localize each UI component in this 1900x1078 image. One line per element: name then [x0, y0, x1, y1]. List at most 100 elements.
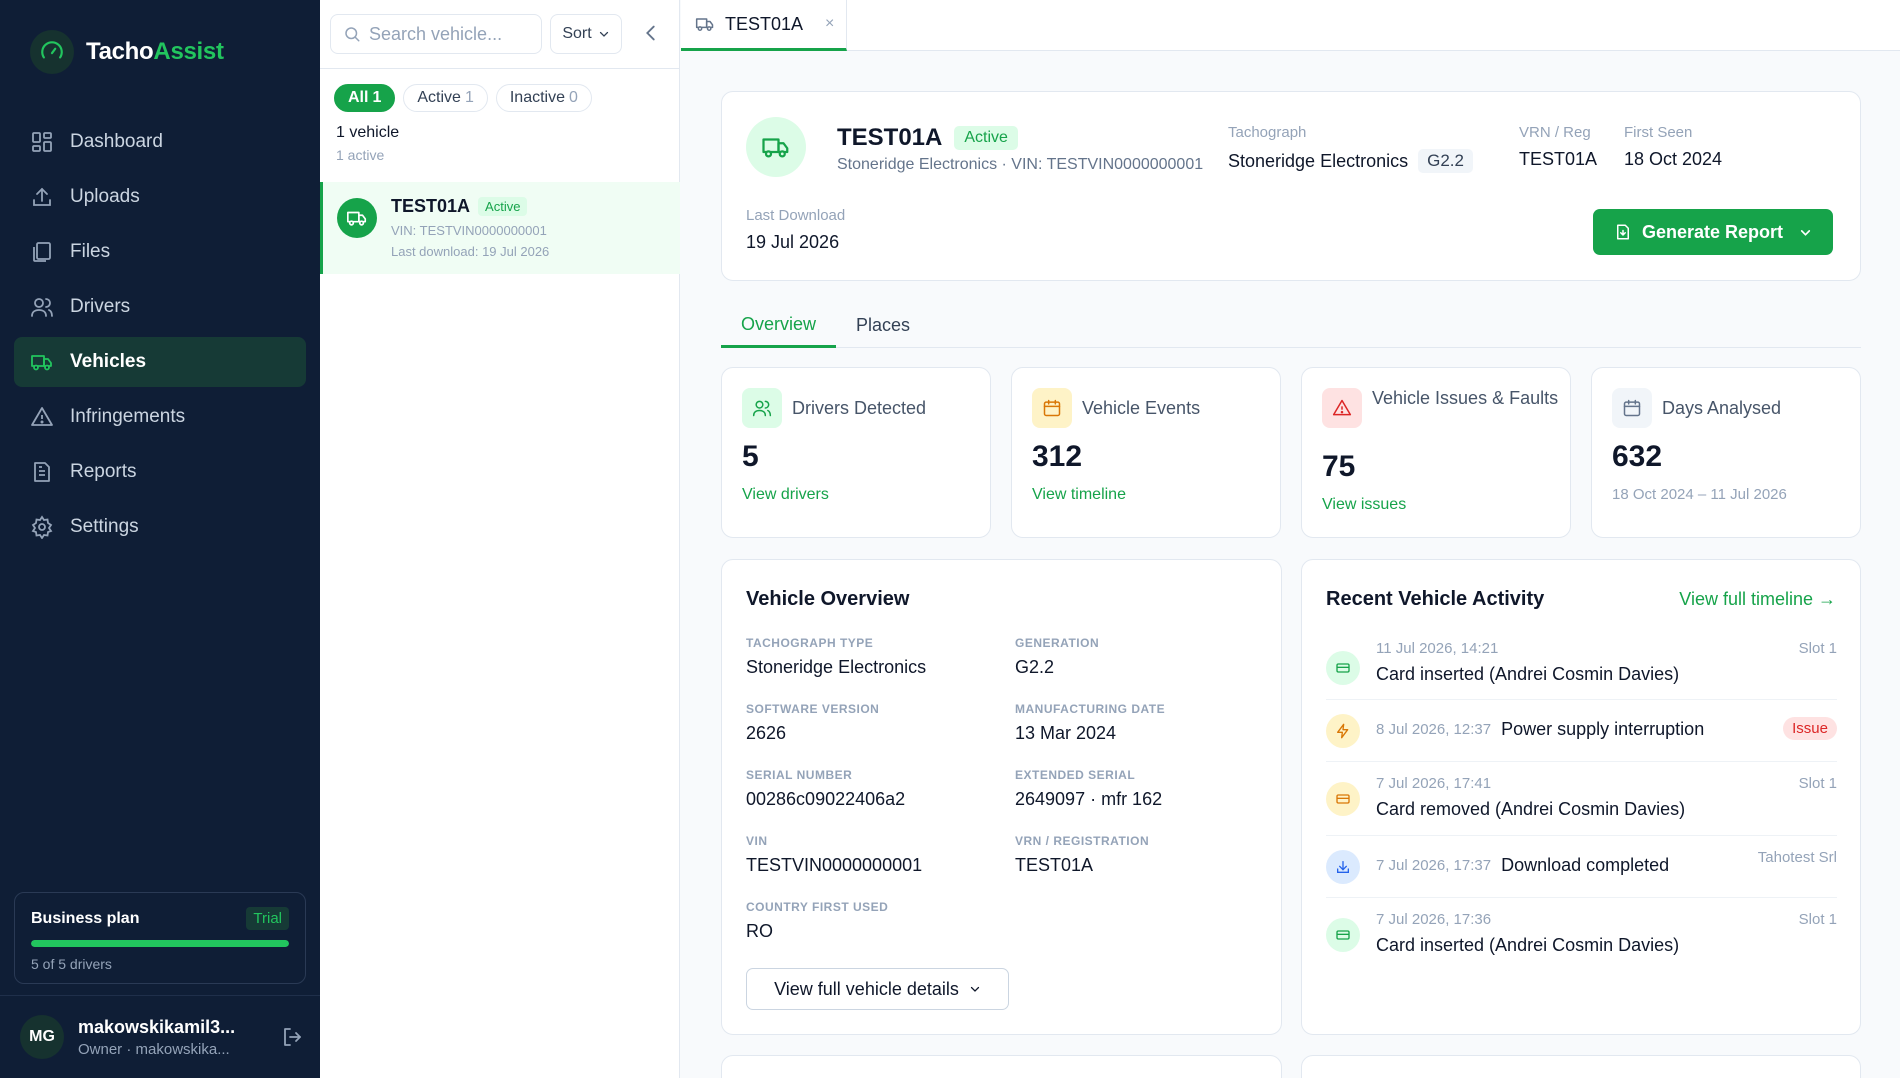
brand[interactable]: TachoAssist [30, 30, 224, 74]
logout-icon[interactable] [280, 1025, 304, 1049]
activity-item[interactable]: 11 Jul 2026, 14:21 Card inserted (Andrei… [1326, 636, 1837, 700]
stat-label: Drivers Detected [792, 398, 927, 418]
vehicle-vin: VIN: TESTVIN0000000001 [391, 223, 547, 238]
activity-tag: Tahotest Srl [1757, 849, 1837, 866]
truck-icon [746, 117, 806, 177]
plan-usage-fill [31, 940, 289, 947]
warning-icon [1322, 388, 1362, 428]
stat-value: 632 [1612, 440, 1663, 473]
stat-date-range: 18 Oct 2024 – 11 Jul 2026 [1612, 486, 1787, 503]
nav-label: Dashboard [70, 131, 163, 152]
stat-label: Days Analysed [1662, 398, 1782, 418]
activity-time: 7 Jul 2026, 17:36 [1376, 911, 1492, 928]
plan-card[interactable]: Business plan Trial 5 of 5 drivers [14, 892, 306, 984]
gear-icon [30, 515, 54, 539]
nav-item-dashboard[interactable]: Dashboard [14, 117, 306, 167]
nav-item-infringements[interactable]: Infringements [14, 392, 306, 442]
card-icon [1326, 782, 1360, 816]
stat-vehicle-events: Vehicle Events 312 View timeline [1011, 367, 1281, 538]
tab-test01a[interactable]: TEST01A × [681, 0, 847, 51]
view-vehicle-details-button[interactable]: View full vehicle details [746, 968, 1009, 1010]
plan-name: Business plan [31, 909, 140, 927]
tab-label: TEST01A [725, 13, 804, 34]
tab-overview[interactable]: Overview [721, 303, 837, 348]
dashboard-icon [30, 130, 54, 154]
filter-active[interactable]: Active 1 [403, 84, 488, 112]
tachograph-meta: Tachograph Stoneridge Electronics G2.2 [1228, 124, 1473, 173]
upload-icon [30, 185, 54, 209]
vehicle-header-card: TEST01A Active Stoneridge Electronics · … [721, 91, 1861, 281]
recent-activity-card: Recent Vehicle Activity View full timeli… [1301, 559, 1861, 1035]
filter-all[interactable]: All 1 [334, 84, 396, 112]
issue-badge: Issue [1783, 717, 1837, 740]
status-badge: Active [954, 126, 1018, 150]
vehicle-last-download: Last download: 19 Jul 2026 [391, 244, 550, 259]
activity-tag: Slot 1 [1798, 640, 1837, 657]
chevron-left-icon[interactable] [640, 22, 662, 44]
truck-icon [337, 198, 377, 238]
activity-item[interactable]: 7 Jul 2026, 17:36 Card inserted (Andrei … [1326, 898, 1837, 972]
field-vin: VIN TESTVIN0000000001 [746, 834, 923, 875]
tab-places[interactable]: Places [836, 303, 930, 348]
activity-time: 7 Jul 2026, 17:37 [1376, 857, 1492, 874]
last-download-meta: Last Download 19 Jul 2026 [746, 207, 846, 252]
vrn-meta: VRN / Reg TEST01A [1519, 124, 1598, 169]
view-timeline-link[interactable]: View timeline [1032, 486, 1126, 504]
generate-report-button[interactable]: Generate Report [1593, 209, 1833, 255]
plan-badge: Trial [246, 907, 289, 930]
list-item[interactable]: TEST01A Active VIN: TESTVIN0000000001 La… [320, 182, 680, 274]
activity-time: 7 Jul 2026, 17:41 [1376, 775, 1492, 792]
close-icon[interactable]: × [825, 15, 834, 33]
view-full-timeline-link[interactable]: View full timeline → [1679, 589, 1836, 610]
view-issues-link[interactable]: View issues [1322, 496, 1406, 514]
search-input[interactable] [369, 23, 529, 45]
activity-item[interactable]: 8 Jul 2026, 12:37 Power supply interrupt… [1326, 700, 1837, 762]
stat-drivers-detected: Drivers Detected 5 View drivers [721, 367, 991, 538]
lightning-icon [1326, 714, 1360, 748]
activity-text: Power supply interruption [1501, 719, 1705, 739]
status-filters: All 1 Active 1 Inactive 0 [334, 84, 592, 112]
chevron-down-icon [1799, 226, 1812, 239]
nav-item-settings[interactable]: Settings [14, 502, 306, 552]
files-icon [30, 240, 54, 264]
activity-tag: Slot 1 [1798, 775, 1837, 792]
truck-icon [30, 350, 54, 374]
sidebar: TachoAssist Dashboard Uploads Files Driv… [0, 0, 320, 1078]
user-role: Owner · makowskika... [78, 1040, 230, 1058]
nav-label: Uploads [70, 186, 140, 207]
tab-bar: TEST01A × [681, 0, 1900, 51]
generate-report-label: Generate Report [1641, 221, 1784, 242]
filter-inactive[interactable]: Inactive 0 [495, 84, 592, 112]
view-drivers-link[interactable]: View drivers [742, 486, 829, 504]
nav-item-reports[interactable]: Reports [14, 447, 306, 497]
activity-text: Download completed [1501, 855, 1670, 875]
avatar[interactable]: MG [20, 1015, 64, 1059]
card-below-fold [1301, 1055, 1861, 1078]
nav-item-vehicles[interactable]: Vehicles [14, 337, 306, 387]
search-icon [343, 25, 361, 43]
activity-tag: Slot 1 [1798, 911, 1837, 928]
field-serial-number: Serial Number 00286c09022406a2 [746, 768, 906, 809]
activity-item[interactable]: 7 Jul 2026, 17:41 Card removed (Andrei C… [1326, 762, 1837, 836]
activity-text: Card inserted (Andrei Cosmin Davies) [1376, 664, 1680, 684]
stat-vehicle-issues: Vehicle Issues & Faults 75 View issues [1301, 367, 1571, 538]
plan-usage: 5 of 5 drivers [31, 956, 112, 972]
plan-usage-bar [31, 940, 289, 947]
activity-item[interactable]: 7 Jul 2026, 17:37 Download completed Tah… [1326, 836, 1837, 898]
field-manufacturing-date: Manufacturing Date 13 Mar 2024 [1015, 702, 1166, 743]
nav-item-uploads[interactable]: Uploads [14, 172, 306, 222]
vehicle-list-panel: Sort All1 Active1 Inactive0 1 vehicle 1 … [320, 0, 680, 1078]
card-icon [1326, 918, 1360, 952]
calendar-icon [1032, 388, 1072, 428]
stat-value: 312 [1032, 440, 1083, 473]
activity-time: 8 Jul 2026, 12:37 [1376, 721, 1492, 738]
stat-value: 75 [1322, 450, 1356, 483]
nav-item-files[interactable]: Files [14, 227, 306, 277]
nav-item-drivers[interactable]: Drivers [14, 282, 306, 332]
section-title: Vehicle Overview [746, 588, 910, 610]
sort-button[interactable]: Sort [550, 14, 622, 54]
download-icon [1326, 850, 1360, 884]
vehicle-name: TEST01A [391, 196, 471, 216]
activity-text: Card removed (Andrei Cosmin Davies) [1376, 799, 1686, 819]
status-badge: Active [478, 197, 528, 216]
